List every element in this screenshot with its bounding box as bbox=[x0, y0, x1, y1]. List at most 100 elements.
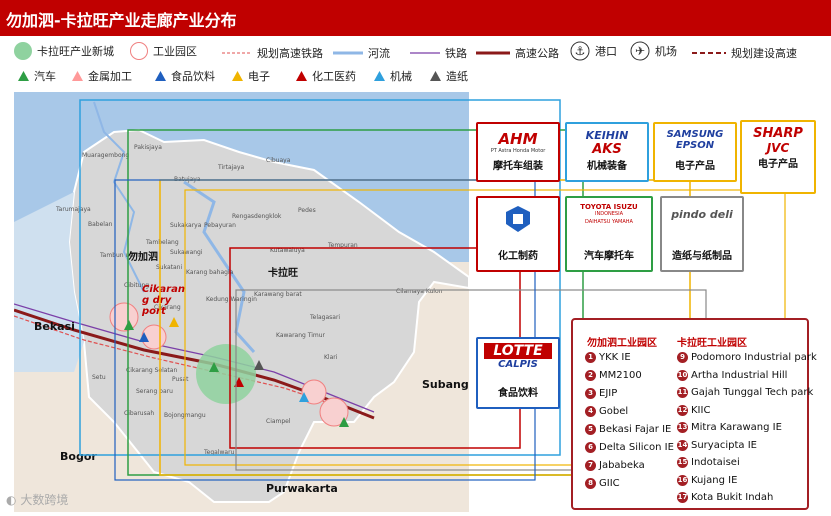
place-label: Setu bbox=[92, 374, 106, 381]
legend-electronics: 电子 bbox=[232, 68, 270, 84]
place-label: Cikarang Selatan bbox=[126, 367, 178, 374]
park-list-item: 3 EJIP bbox=[585, 388, 617, 399]
triangle-pink-icon bbox=[72, 71, 83, 81]
place-label: Kedung Waringin bbox=[206, 296, 257, 303]
legend-airport: ✈ 机场 bbox=[630, 41, 677, 61]
park-number-badge: 17 bbox=[677, 492, 688, 503]
place-label: Ciampel bbox=[266, 418, 291, 425]
triangle-cyan-icon bbox=[374, 71, 385, 81]
park-name: YKK IE bbox=[599, 352, 631, 363]
brand-lotte: LOTTE bbox=[484, 343, 552, 359]
industry-box-machinery: KEIHIN AKS 机械装备 bbox=[565, 122, 649, 182]
park-list-item: 2 MM2100 bbox=[585, 370, 642, 381]
park-number-badge: 12 bbox=[677, 404, 688, 416]
legend-chemical: 化工医药 bbox=[296, 68, 356, 84]
bekasi-cn-label: 勿加泗 bbox=[128, 252, 158, 263]
legend-paper: 造纸 bbox=[430, 68, 468, 84]
park-name: GIIC bbox=[599, 478, 620, 489]
place-label: Pusat bbox=[172, 376, 189, 383]
legend-machinery: 机械 bbox=[374, 68, 412, 84]
industry-label: 摩托车组装 bbox=[493, 161, 543, 172]
place-label: Rengasdengklok bbox=[232, 213, 282, 220]
industry-label: 电子产品 bbox=[675, 161, 715, 172]
region-purwakarta: Purwakarta bbox=[266, 482, 338, 495]
park-name: KIIC bbox=[691, 404, 711, 416]
region-bekasi: Bekasi bbox=[34, 320, 75, 333]
green-circle-icon bbox=[14, 42, 32, 60]
park-name: Bekasi Fajar IE bbox=[599, 424, 672, 435]
brand-pindo-deli: pindo deli bbox=[671, 208, 733, 221]
triangle-red-icon bbox=[296, 71, 307, 81]
park-name: Jababeka bbox=[599, 460, 645, 471]
park-number-badge: 16 bbox=[677, 474, 688, 486]
industry-box-auto: TOYOTA ISUZU INDONESIA DAIHATSU YAMAHA 汽… bbox=[565, 196, 653, 272]
brand-toyota-indonesia: INDONESIA bbox=[595, 211, 623, 217]
place-label: Cibuaya bbox=[266, 157, 291, 164]
park-list-item: 9 Podomoro Industrial park bbox=[677, 352, 817, 363]
legend-new-city: 卡拉旺产业新城 bbox=[14, 42, 114, 60]
place-label: Bojongmangu bbox=[164, 412, 206, 419]
park-number-badge: 1 bbox=[585, 352, 596, 363]
place-label: Tarumajaya bbox=[56, 206, 91, 213]
airplane-icon: ✈ bbox=[630, 41, 650, 61]
industry-box-motorcycle: AHM PT Astra Honda Motor 摩托车组装 bbox=[476, 122, 560, 182]
planned-rail-line-icon bbox=[222, 52, 252, 54]
industry-label: 机械装备 bbox=[587, 161, 627, 172]
park-list-item: 13 Mitra Karawang IE bbox=[677, 422, 782, 433]
park-number-badge: 14 bbox=[677, 439, 688, 451]
park-name: Indotaisei bbox=[691, 457, 740, 468]
legend-port: ⚓ 港口 bbox=[570, 41, 617, 61]
legend-planned-highway: 规划建设高速 bbox=[692, 45, 797, 61]
place-label: Serang baru bbox=[136, 388, 173, 395]
place-label: Karawang barat bbox=[254, 291, 302, 298]
place-label: Tegalwaru bbox=[204, 449, 235, 456]
park-list-item: 6 Delta Silicon IE bbox=[585, 442, 674, 453]
park-list-item: 5 Bekasi Fajar IE bbox=[585, 424, 671, 435]
park-number-badge: 4 bbox=[585, 406, 596, 417]
park-name: Delta Silicon IE bbox=[599, 442, 674, 453]
page-title: 勿加泗-卡拉旺产业走廊产业分布 bbox=[6, 11, 237, 30]
industry-box-paper: pindo deli 造纸与纸制品 bbox=[660, 196, 744, 272]
pink-circle-icon bbox=[130, 42, 148, 60]
legend-industrial-park: 工业园区 bbox=[130, 42, 197, 60]
industry-label: 汽车摩托车 bbox=[584, 251, 634, 262]
cikarang-dry-port-label: Cikaran g dry port bbox=[142, 284, 185, 317]
park-number-badge: 5 bbox=[585, 424, 596, 435]
park-list-item: 4 Gobel bbox=[585, 406, 628, 417]
park-list-item: 17 Kota Bukit Indah bbox=[677, 492, 773, 503]
industry-box-electronics-2: SHARP JVC 电子产品 bbox=[740, 120, 816, 194]
park-name: Artha Industrial Hill bbox=[691, 369, 788, 381]
watermark-logo-icon: ◐ bbox=[6, 493, 17, 507]
place-label: Kutawaluya bbox=[270, 247, 305, 254]
park-number-badge: 13 bbox=[677, 422, 688, 433]
place-label: Babelan bbox=[88, 221, 113, 228]
map-area: Muaragembong Pakisjaya Tirtajaya Cibuaya… bbox=[14, 92, 469, 512]
place-label: Muaragembong bbox=[82, 152, 130, 159]
brand-toyota: TOYOTA ISUZU bbox=[580, 203, 638, 211]
place-label: Batujaya bbox=[174, 176, 201, 183]
watermark: ◐ 大数跨境 bbox=[6, 493, 69, 507]
place-label: Pebayuran bbox=[204, 222, 236, 229]
brand-astra: PT Astra Honda Motor bbox=[490, 148, 546, 154]
place-label: Pakisjaya bbox=[134, 144, 162, 151]
place-label: Sukawangi bbox=[170, 249, 203, 256]
chemical-logo-icon bbox=[506, 206, 530, 232]
park-number-badge: 7 bbox=[585, 460, 596, 471]
triangle-yellow-icon bbox=[232, 71, 243, 81]
industry-label: 化工制药 bbox=[498, 251, 538, 262]
park-list-item: 10 Artha Industrial Hill bbox=[677, 369, 788, 381]
park-number-badge: 10 bbox=[677, 369, 688, 381]
brand-calpis: CALPIS bbox=[498, 359, 538, 370]
place-label: Cibarusah bbox=[124, 410, 155, 417]
place-label: Tambelang bbox=[146, 239, 179, 246]
park-name: Gobel bbox=[599, 406, 629, 417]
park-name: Suryacipta IE bbox=[691, 439, 757, 451]
legend-auto: 汽车 bbox=[18, 68, 56, 84]
park-number-badge: 6 bbox=[585, 442, 596, 453]
industry-label: 造纸与纸制品 bbox=[672, 251, 732, 262]
park-number-badge: 2 bbox=[585, 370, 596, 381]
place-label: Sukakarya bbox=[170, 222, 202, 229]
park-number-badge: 11 bbox=[677, 387, 688, 398]
new-city-circle bbox=[196, 344, 256, 404]
region-bogor: Bogor bbox=[60, 450, 97, 463]
